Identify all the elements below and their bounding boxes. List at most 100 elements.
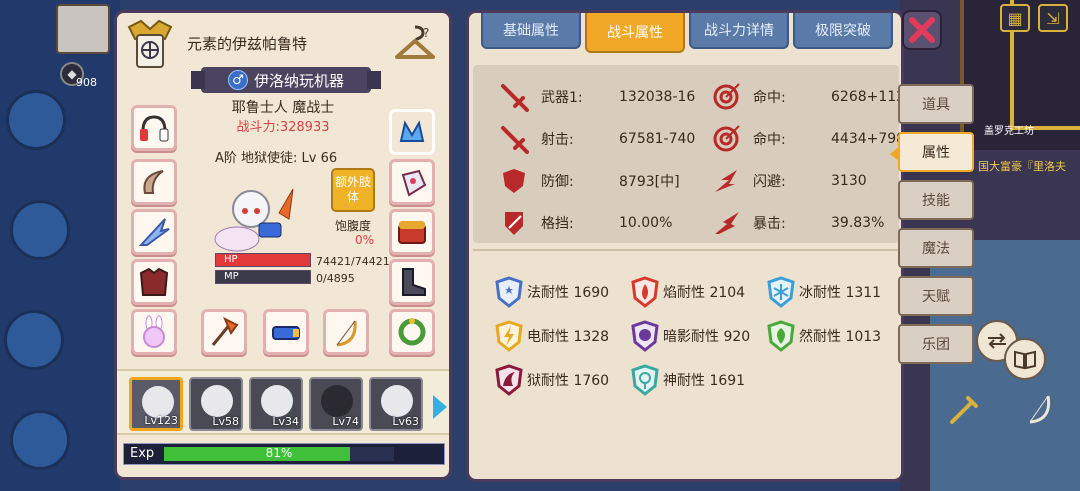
dodge-icon — [715, 170, 737, 192]
marquee-text: 国大富豪『里洛夫 — [978, 160, 1066, 173]
tab-basic-attributes[interactable]: 基础属性 — [481, 13, 581, 49]
block-icon — [505, 212, 523, 235]
character-panel: 元素的伊兹帕鲁特 ? ♂ 伊洛纳玩机器 耶鲁士人 魔战士 战斗力:328933 … — [114, 10, 452, 480]
rank-line: A阶 地狱使徒: Lv 66 — [215, 151, 338, 166]
next-arrow-icon[interactable] — [433, 395, 447, 419]
exit-icon[interactable]: ⇲ — [1038, 4, 1068, 32]
resist-label: 冰耐性 1311 — [799, 285, 882, 301]
fire-resist-icon — [631, 276, 659, 308]
cannon-icon — [272, 326, 300, 340]
wreath-icon — [398, 318, 426, 346]
stat-value: 10.00% — [619, 215, 673, 231]
satiety-label: 饱腹度 — [335, 219, 372, 233]
weapon-button[interactable] — [944, 388, 986, 430]
stat-value: 39.83% — [831, 215, 885, 231]
exp-percent: 81% — [265, 446, 293, 460]
stat-name: 命中: — [753, 90, 786, 106]
stat-name: 闪避: — [753, 174, 786, 190]
side-menu-skills[interactable]: 技能 — [898, 180, 974, 220]
mp-label: MP — [224, 271, 239, 282]
stats-tabs: 基础属性 战斗属性 战斗力详情 极限突破 — [477, 13, 897, 57]
side-menu-talent[interactable]: 天赋 — [898, 276, 974, 316]
equip-slot-bow[interactable] — [323, 309, 369, 355]
hp-value: 74421/74421 — [316, 255, 390, 268]
chest-icon — [398, 221, 426, 244]
mp-bar: MP — [215, 270, 311, 284]
hell-resist-icon — [495, 364, 523, 396]
stat-name: 格挡: — [541, 216, 574, 232]
stat-name: 武器1: — [541, 90, 583, 106]
bow-button[interactable] — [1018, 388, 1060, 430]
area-label: 盖罗克工坊 — [984, 126, 1034, 137]
team-member-3[interactable]: Lv34 — [249, 377, 303, 431]
gauntlet-icon — [401, 169, 427, 197]
crystal-icon — [399, 120, 425, 142]
close-icon — [909, 17, 935, 43]
equip-slot-wreath[interactable] — [389, 309, 435, 355]
equip-slot-headphones[interactable] — [131, 105, 177, 151]
equip-slot-axe[interactable] — [201, 309, 247, 355]
stat-defense: 防御: 8793[中] — [499, 165, 680, 197]
player-avatar[interactable] — [56, 4, 110, 54]
equip-slot-wing[interactable] — [131, 209, 177, 255]
book-button[interactable] — [1004, 338, 1046, 380]
equip-slot-boots[interactable] — [389, 259, 435, 305]
resist-ice: 冰耐性 1311 — [767, 275, 881, 309]
member-portrait — [381, 385, 413, 417]
equip-slot-pet[interactable] — [131, 309, 177, 355]
equip-slot-armor[interactable] — [131, 259, 177, 305]
team-member-2[interactable]: Lv58 — [189, 377, 243, 431]
bow-icon — [336, 320, 357, 347]
equip-slot-chest[interactable] — [389, 209, 435, 255]
stat-value: 67581-740 — [619, 131, 696, 147]
close-button[interactable] — [902, 10, 942, 50]
side-menu-attributes[interactable]: 属性 — [890, 132, 974, 172]
coin-value: 908 — [76, 76, 97, 89]
stat-value: 132038-16 — [619, 89, 696, 105]
exp-track: 81% — [164, 446, 394, 461]
side-menu-magic[interactable]: 魔法 — [898, 228, 974, 268]
resist-divine: 神耐性 1691 — [631, 363, 745, 397]
team-strip: Lv123 Lv58 Lv34 Lv74 Lv63 — [117, 369, 449, 435]
sword-icon — [501, 84, 529, 112]
tree-sprite — [10, 200, 70, 260]
member-level: Lv74 — [332, 415, 359, 428]
team-member-4[interactable]: Lv74 — [309, 377, 363, 431]
extra-limb-button[interactable]: 额外肢体 — [331, 168, 375, 212]
side-menu-band[interactable]: 乐团 — [898, 324, 974, 364]
headphones-icon — [140, 115, 169, 142]
equip-slot-horn[interactable] — [131, 159, 177, 205]
bunny-pet-icon — [143, 315, 165, 348]
tab-power-details[interactable]: 战斗力详情 — [689, 13, 789, 49]
resist-magic: 法耐性 1690 — [495, 275, 609, 309]
section-divider — [473, 249, 899, 251]
mp-value: 0/4895 — [316, 272, 355, 285]
resist-hell: 狱耐性 1760 — [495, 363, 609, 397]
team-member-1[interactable]: Lv123 — [129, 377, 183, 431]
network-icon[interactable]: ▦ — [1000, 4, 1030, 32]
stat-name: 暴击: — [753, 216, 786, 232]
stat-value: 3130 — [831, 173, 867, 189]
equip-slot-gauntlet[interactable] — [389, 159, 435, 205]
combat-stats: 武器1: 132038-16 命中: 6268+1128 射击: 67581-7… — [473, 65, 901, 243]
shield-icon — [503, 169, 525, 193]
equip-slot-gun[interactable] — [263, 309, 309, 355]
team-member-5[interactable]: Lv63 — [369, 377, 423, 431]
stat-value: 4434+798 — [831, 131, 904, 147]
hanger-icon[interactable]: ? — [393, 23, 437, 63]
resist-label: 神耐性 1691 — [663, 373, 746, 389]
stat-value: 8793[中] — [619, 174, 680, 190]
equip-slot-accessory[interactable] — [389, 109, 435, 155]
side-menu-items[interactable]: 道具 — [898, 84, 974, 124]
resist-label: 然耐性 1013 — [799, 329, 882, 345]
stat-name: 防御: — [541, 174, 574, 190]
character-name-ribbon: ♂ 伊洛纳玩机器 — [191, 67, 381, 93]
resist-fire: 焰耐性 2104 — [631, 275, 745, 309]
resist-label: 狱耐性 1760 — [527, 373, 610, 389]
member-portrait — [201, 385, 233, 417]
tab-limit-break[interactable]: 极限突破 — [793, 13, 893, 49]
element-title: 元素的伊兹帕鲁特 — [187, 35, 308, 53]
bow-icon — [1029, 395, 1051, 424]
tab-combat-attributes[interactable]: 战斗属性 — [585, 13, 685, 53]
wing-icon — [138, 218, 170, 246]
